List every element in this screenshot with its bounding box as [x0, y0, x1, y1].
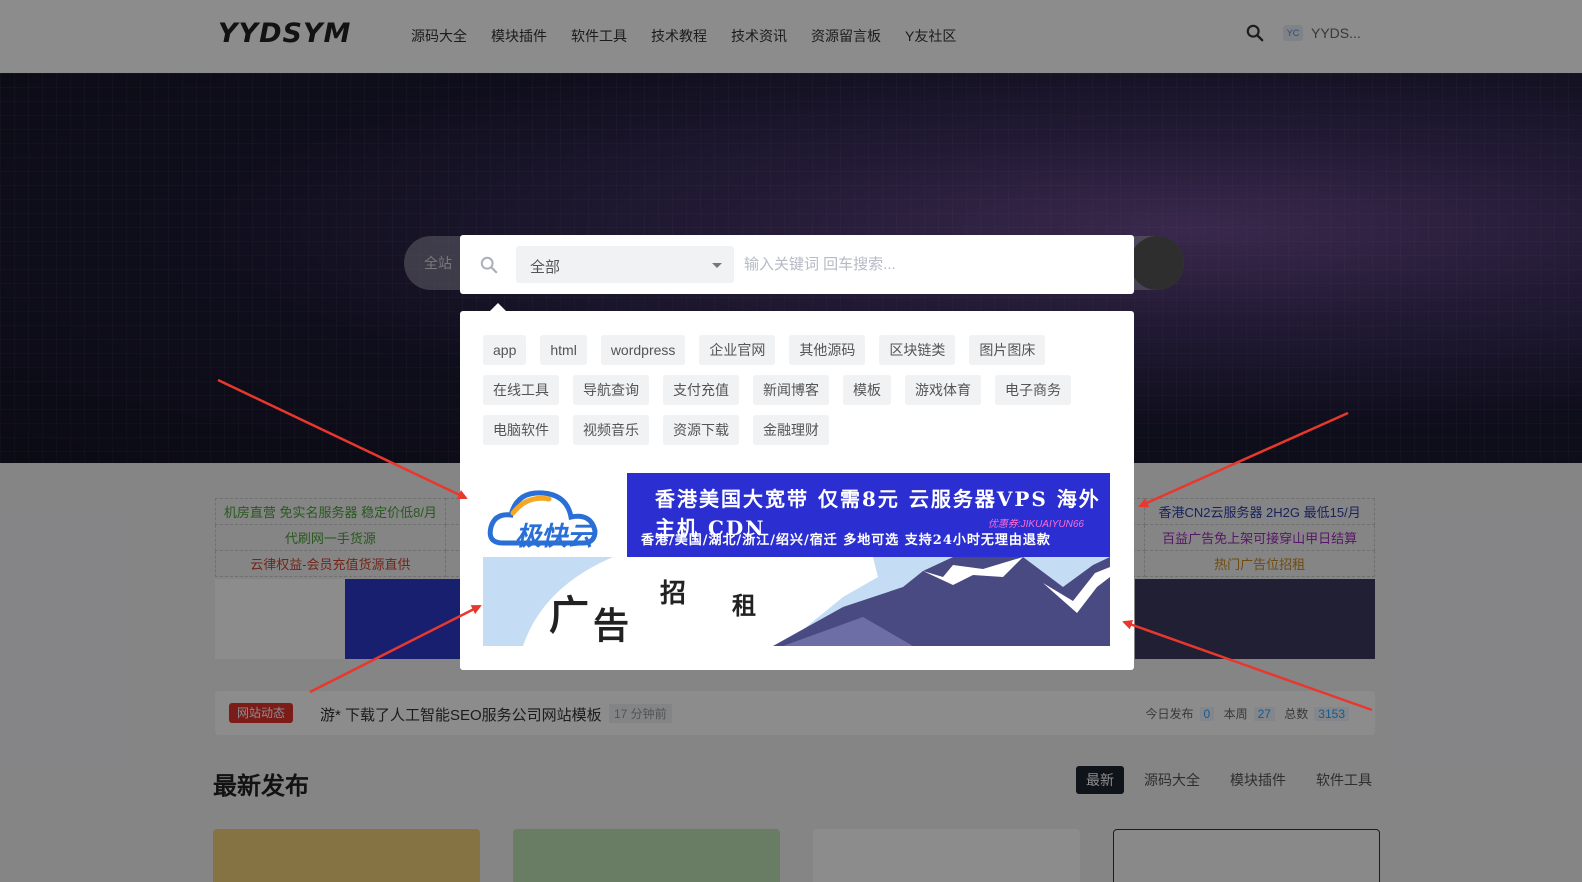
tag-ecommerce[interactable]: 电子商务 — [995, 375, 1071, 405]
banner-ad-jikuaiyun[interactable]: 极快云 香港美国大宽带 仅需8元 云服务器VPS 海外主机 CDN 优惠券:JI… — [483, 473, 1110, 557]
search-modal-bar: 全部 — [460, 235, 1134, 294]
category-select[interactable]: 全部 — [516, 246, 734, 283]
search-dropdown-panel: app html wordpress 企业官网 其他源码 区块链类 图片图床 在… — [460, 303, 1134, 670]
ad-coupon: 优惠券:JIKUAIYUN66 — [987, 519, 1084, 530]
search-input[interactable] — [744, 247, 1114, 282]
banner-ad-for-rent[interactable]: 广 告 招 租 — [483, 557, 1110, 646]
category-select-value: 全部 — [530, 259, 561, 276]
ad-subline: 香港/美国/湖北/浙江/绍兴/宿迁 多地可选 支持24小时无理由退款 — [641, 533, 1051, 548]
ad-char-2: 告 — [593, 605, 630, 646]
tag-app[interactable]: app — [483, 335, 527, 365]
chevron-down-icon — [712, 263, 722, 268]
tag-wordpress[interactable]: wordpress — [600, 335, 686, 365]
tag-finance[interactable]: 金融理财 — [753, 415, 829, 445]
tag-html[interactable]: html — [540, 335, 587, 365]
tag-navigation[interactable]: 导航查询 — [573, 375, 649, 405]
tag-news-blog[interactable]: 新闻博客 — [753, 375, 829, 405]
ad-char-1: 广 — [549, 592, 589, 639]
tag-other-source[interactable]: 其他源码 — [789, 335, 866, 365]
tag-pc-software[interactable]: 电脑软件 — [483, 415, 559, 445]
ad-blue-area: 香港美国大宽带 仅需8元 云服务器VPS 海外主机 CDN 优惠券:JIKUAI… — [627, 473, 1110, 557]
search-icon — [480, 256, 498, 274]
tag-cloud: app html wordpress 企业官网 其他源码 区块链类 图片图床 在… — [483, 335, 1123, 455]
tag-corporate-site[interactable]: 企业官网 — [699, 335, 776, 365]
ad-char-3: 招 — [660, 579, 687, 609]
tag-online-tools[interactable]: 在线工具 — [483, 375, 559, 405]
tag-downloads[interactable]: 资源下载 — [663, 415, 739, 445]
tag-blockchain[interactable]: 区块链类 — [879, 335, 956, 365]
tag-games-sports[interactable]: 游戏体育 — [905, 375, 981, 405]
ad-char-4: 租 — [732, 591, 756, 620]
panel-notch — [490, 303, 506, 311]
cloud-logo-icon: 极快云 — [487, 490, 598, 552]
tag-payment[interactable]: 支付充值 — [663, 375, 739, 405]
tag-image-hosting[interactable]: 图片图床 — [969, 335, 1046, 365]
tag-video-music[interactable]: 视频音乐 — [573, 415, 649, 445]
brand-text: 极快云 — [515, 522, 596, 552]
tag-template[interactable]: 模板 — [843, 375, 891, 405]
